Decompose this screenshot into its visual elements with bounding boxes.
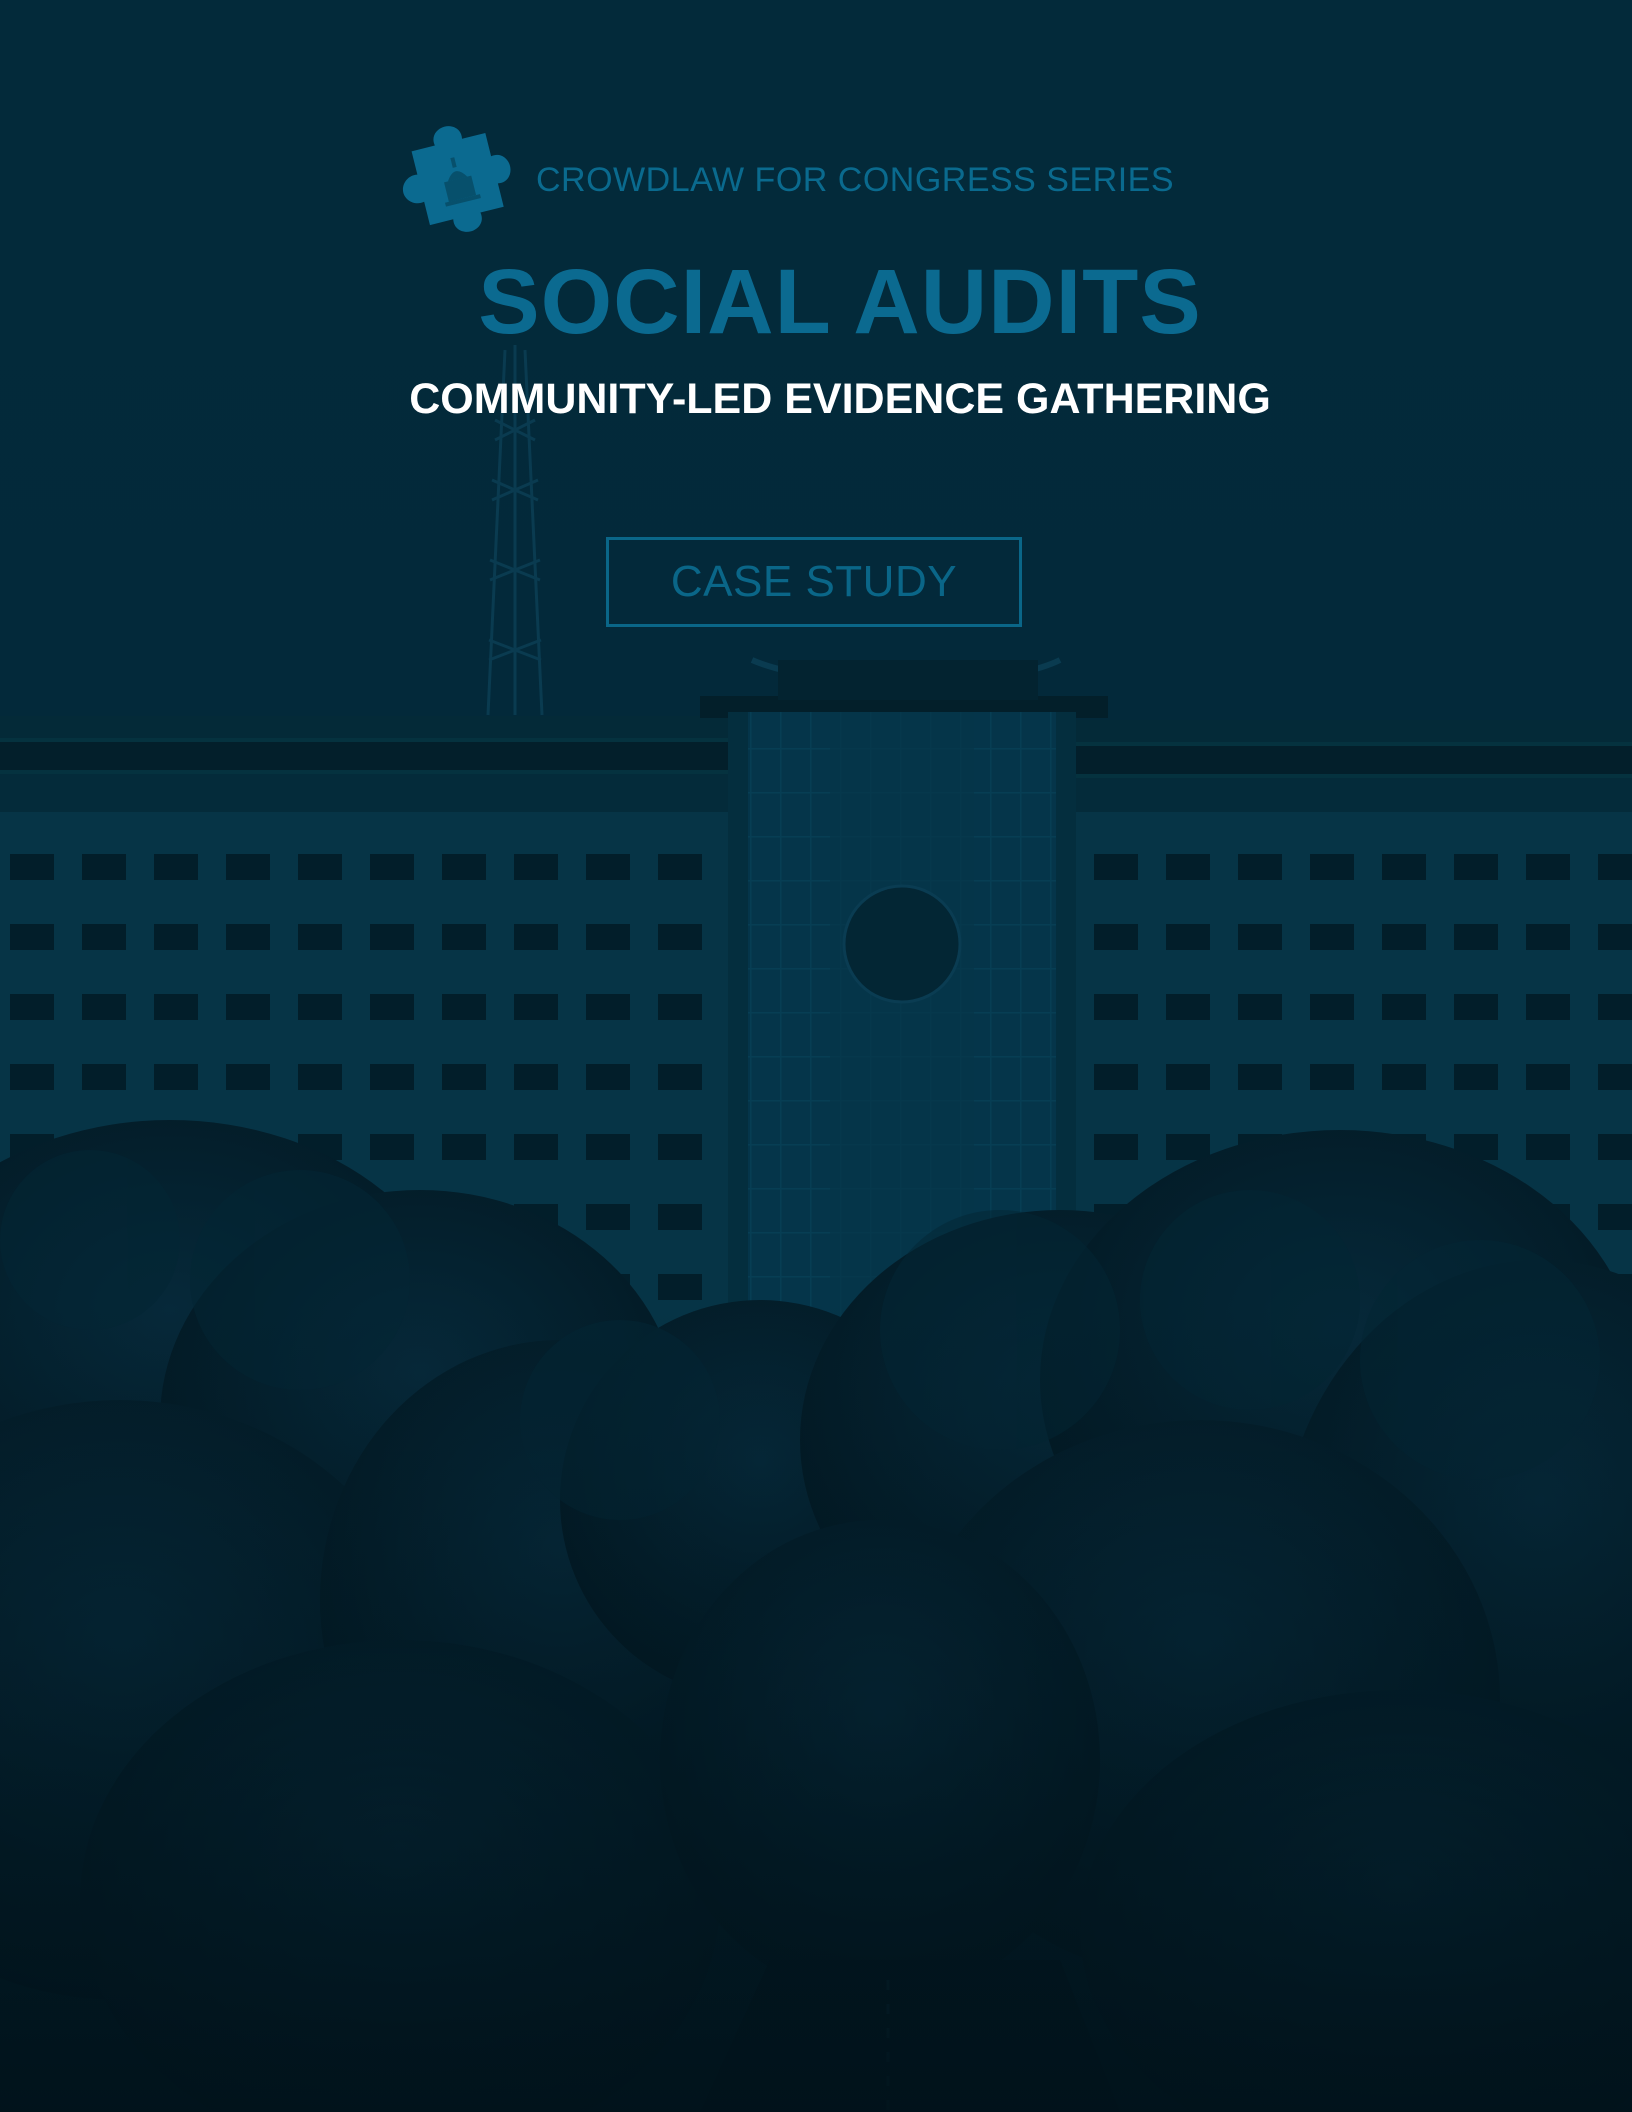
series-header: CROWDLAW FOR CONGRESS SERIES (392, 118, 1174, 242)
case-study-badge: CASE STUDY (606, 537, 1022, 627)
cover-subtitle: COMMUNITY-LED EVIDENCE GATHERING (409, 375, 1271, 423)
series-label: CROWDLAW FOR CONGRESS SERIES (536, 160, 1175, 199)
puzzle-piece-capitol-icon (402, 126, 511, 232)
cover-title: SOCIAL AUDITS (478, 251, 1202, 353)
case-study-label: CASE STUDY (670, 557, 958, 606)
cover-page: CROWDLAW FOR CONGRESS SERIES SOCIAL AUDI… (0, 0, 1632, 2112)
